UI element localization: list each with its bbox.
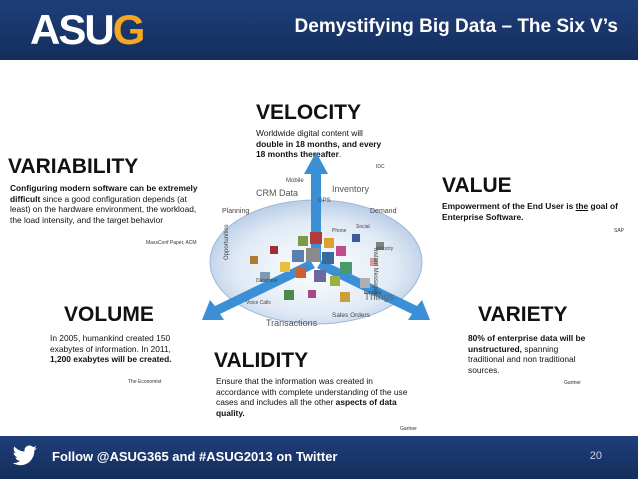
asug-logo: ASUG <box>30 6 146 54</box>
logo-main: ASU <box>30 6 115 53</box>
velocity-body-plain: Worldwide digital content will <box>256 128 363 138</box>
slide-footer: Follow @ASUG365 and #ASUG2013 on Twitter… <box>0 436 638 479</box>
twitter-bird-icon[interactable] <box>12 444 38 468</box>
value-title: VALUE <box>442 174 512 197</box>
validity-body: Ensure that the information was created … <box>216 376 408 418</box>
graphic-label-voice-calls: Voice Calls <box>246 300 271 306</box>
validity-title: VALIDITY <box>214 349 309 372</box>
graphic-label-instant-messages: Instant Messages <box>372 248 378 296</box>
graphic-label-mobile: Mobile <box>286 178 304 184</box>
velocity-title: VELOCITY <box>256 101 362 124</box>
graphic-label-demand: Demand <box>370 208 397 215</box>
value-body-underline: the <box>575 201 589 211</box>
variety-body: 80% of enterprise data will be unstructu… <box>468 333 592 375</box>
graphic-label-social: Social <box>356 224 370 230</box>
logo-accent: G <box>112 6 146 53</box>
big-data-illustration <box>202 152 430 325</box>
volume-body-bold: 1,200 exabytes will be created. <box>50 354 172 364</box>
slide-title: Demystifying Big Data – The Six V’s <box>294 16 618 37</box>
graphic-label-phone: Phone <box>332 228 347 234</box>
variety-source: Gartner <box>564 380 581 386</box>
graphic-label-planning: Planning <box>222 208 250 215</box>
volume-source: The Economist <box>128 379 162 385</box>
graphic-label-velocity: Velocity <box>376 246 394 252</box>
validity-source: Gartner <box>400 426 417 432</box>
graphic-label-opportunities: Opportunities <box>224 224 230 260</box>
volume-body: In 2005, humankind created 150 exabytes … <box>50 333 172 365</box>
volume-body-plain: In 2005, humankind created 150 exabytes … <box>50 333 171 354</box>
page-number: 20 <box>589 450 602 462</box>
variability-title: VARIABILITY <box>8 155 139 178</box>
variability-source: MassConf Paper, ACM <box>146 240 197 246</box>
graphic-label-database: Database <box>256 278 278 284</box>
graphic-label-erpdata: Erpdata <box>364 290 382 296</box>
graphic-label-sales-orders: Sales Orders <box>332 312 370 319</box>
graphic-label-transactions: Transactions <box>266 318 318 328</box>
value-source: SAP <box>614 228 625 234</box>
slide-header: ASUG Demystifying Big Data – The Six V’s <box>0 0 638 60</box>
big-data-graphic: Mobile CRM Data Inventory GPS Planning D… <box>200 150 432 338</box>
variety-title: VARIETY <box>478 303 568 326</box>
variability-body: Configuring modern software can be extre… <box>10 183 202 225</box>
graphic-label-crm-data: CRM Data <box>256 188 299 198</box>
volume-title: VOLUME <box>64 303 154 326</box>
graphic-label-inventory: Inventory <box>332 184 370 194</box>
value-body-pre: Empowerment of the End User is <box>442 201 576 211</box>
graphic-label-gps: GPS <box>318 198 331 204</box>
value-body: Empowerment of the End User is the goal … <box>442 201 632 222</box>
footer-twitter-text: Follow @ASUG365 and #ASUG2013 on Twitter <box>52 449 338 464</box>
